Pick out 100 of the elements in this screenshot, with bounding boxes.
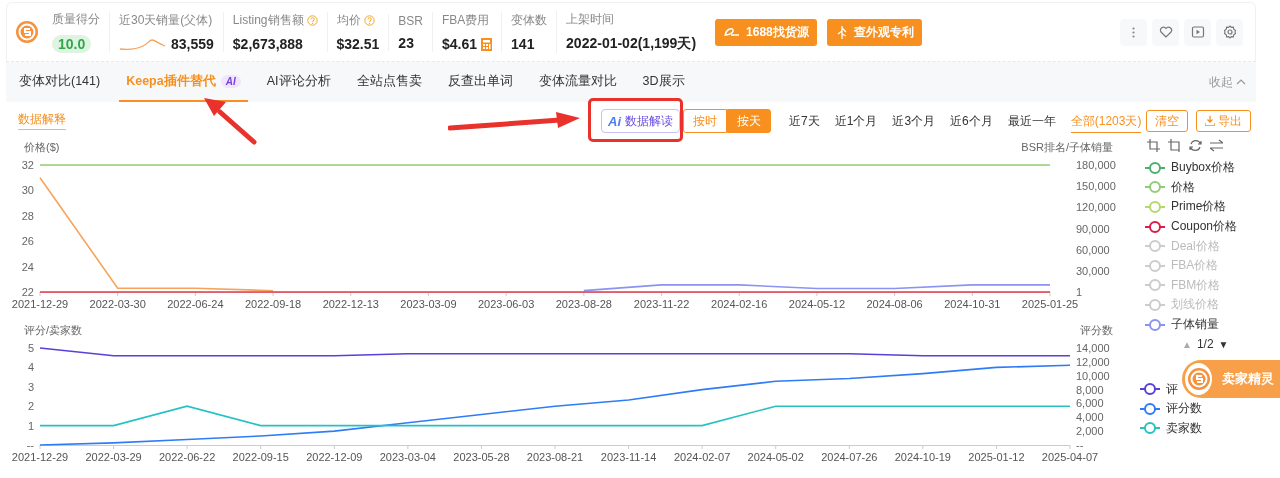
legend-label[interactable]: 卖家数 xyxy=(1166,419,1202,437)
stat-label: FBA费用 xyxy=(442,12,490,29)
legend-label[interactable]: 子体销量 xyxy=(1171,316,1219,334)
tick-label: 2023-05-28 xyxy=(453,451,510,463)
download-icon xyxy=(1205,116,1215,126)
stat-label: 变体数 xyxy=(511,12,548,29)
tick-label: 2021-12-29 xyxy=(11,298,69,310)
tick-label: 2 xyxy=(27,400,34,413)
calculator-icon[interactable] xyxy=(481,37,493,51)
tick-label: 2023-08-21 xyxy=(526,451,584,463)
stat-label: 近30天销量(父体) xyxy=(119,12,213,29)
tick-label: 5 xyxy=(27,342,34,354)
video-button[interactable] xyxy=(1184,18,1211,46)
tick-label: 1 xyxy=(1076,286,1083,298)
tick-label: 2022-06-24 xyxy=(167,298,224,310)
stat-value: $2,673,888 xyxy=(232,36,303,52)
stat-label: Listing销售额 xyxy=(232,12,304,29)
tick-label: 2024-08-06 xyxy=(866,298,923,310)
dots-icon xyxy=(1132,26,1135,38)
tab[interactable]: 变体对比(141) xyxy=(12,62,108,102)
stat-label: 均价 xyxy=(336,12,361,29)
tick-label: 2023-03-04 xyxy=(379,451,436,463)
settings-button[interactable] xyxy=(1216,18,1243,46)
stat-value: 2022-01-02(1,199天) xyxy=(566,35,697,53)
tick-label: 30,000 xyxy=(1076,264,1110,277)
tick-label: 2023-11-22 xyxy=(633,298,690,310)
tick-label: 3 xyxy=(27,380,34,393)
score-badge: 10.0 xyxy=(52,35,92,53)
tick-label: 8,000 xyxy=(1076,383,1104,396)
tab[interactable]: AI评论分析 xyxy=(259,62,338,102)
tick-label: 22 xyxy=(21,286,34,298)
tick-label: 60,000 xyxy=(1076,243,1110,256)
tick-label: 1 xyxy=(27,419,34,432)
legend-label[interactable]: 价格 xyxy=(1171,178,1195,196)
legend-label[interactable]: Buybox价格 xyxy=(1171,159,1236,177)
tick-label: 2022-06-22 xyxy=(159,451,216,463)
tick-label: 2024-07-26 xyxy=(821,451,878,463)
range-tab[interactable]: 近3个月 xyxy=(892,111,936,133)
ai-interpret-button[interactable]: Ai 数据解读 xyxy=(601,109,680,133)
stat-value: $4.61 xyxy=(442,36,478,52)
tick-label: 24 xyxy=(21,260,34,273)
tick-label: 2024-05-12 xyxy=(788,298,846,310)
tick-label: 180,000 xyxy=(1076,159,1116,171)
axis-title: 评分数 xyxy=(1080,324,1113,336)
range-tab[interactable]: 近1个月 xyxy=(834,111,878,133)
crop-icon[interactable] xyxy=(1168,138,1181,152)
legend-label[interactable]: 评分数 xyxy=(1166,400,1202,418)
stat-value: 23 xyxy=(398,34,414,51)
tick-label: 26 xyxy=(21,235,34,248)
tick-label: 2025-01-25 xyxy=(1021,298,1079,310)
range-tab[interactable]: 近6个月 xyxy=(950,111,993,133)
legend-label[interactable]: Coupon价格 xyxy=(1171,218,1238,236)
tick-label: 2022-03-30 xyxy=(89,298,146,310)
tick-label: 12,000 xyxy=(1076,355,1110,368)
tick-label: 2023-08-28 xyxy=(555,298,612,310)
tick-label: 2023-03-09 xyxy=(400,298,457,310)
tab[interactable]: 3D展示 xyxy=(635,62,692,102)
range-tab[interactable]: 近7天 xyxy=(789,111,820,133)
sparkline-icon xyxy=(119,36,167,52)
heart-icon xyxy=(1158,25,1173,39)
logo-icon xyxy=(15,20,39,44)
tick-label: 2023-06-03 xyxy=(478,298,535,310)
stat-label: 上架时间 xyxy=(566,11,615,28)
tab[interactable]: 全站点售卖 xyxy=(349,62,429,102)
refresh-icon[interactable] xyxy=(1189,138,1202,152)
page-indicator: 1/2 xyxy=(1196,337,1214,352)
help-icon xyxy=(363,15,375,26)
tick-label: 10,000 xyxy=(1076,369,1110,382)
tick-label: 28 xyxy=(21,209,34,222)
tick-label: 2024-10-31 xyxy=(944,298,1001,310)
tick-label: 2,000 xyxy=(1076,425,1104,438)
tick-label: 2025-01-12 xyxy=(968,451,1025,463)
stat-label: 质量得分 xyxy=(52,11,100,28)
tick-label: 2024-10-19 xyxy=(894,451,951,463)
legend-label[interactable]: Prime价格 xyxy=(1171,198,1227,216)
favorite-button[interactable] xyxy=(1152,18,1179,46)
tick-label: 2024-05-02 xyxy=(747,451,804,463)
ai-badge: AI xyxy=(220,74,241,88)
tick-label: 2022-12-13 xyxy=(322,298,379,310)
tick-label: 4,000 xyxy=(1076,411,1104,424)
axis-title: BSR排名/子体销量 xyxy=(1021,141,1113,153)
tick-label: 6,000 xyxy=(1076,397,1104,410)
tick-label: 2022-12-09 xyxy=(306,451,363,463)
tick-label: 90,000 xyxy=(1076,222,1110,235)
crop-icon[interactable] xyxy=(1147,138,1160,152)
tick-label: 2022-09-18 xyxy=(244,298,302,310)
tab[interactable]: 反查出单词 xyxy=(440,62,520,102)
tick-label: 2024-02-07 xyxy=(674,451,731,463)
tab[interactable]: 变体流量对比 xyxy=(531,62,624,102)
range-tab[interactable]: 最近一年 xyxy=(1007,111,1056,133)
tick-label: 2023-11-14 xyxy=(600,451,657,463)
next-page-button[interactable]: ▼ xyxy=(1218,338,1229,350)
legend-label[interactable]: 评 xyxy=(1166,380,1178,398)
help-icon xyxy=(306,15,318,26)
tick-label: 2022-09-15 xyxy=(232,451,289,463)
tick-label: 150,000 xyxy=(1076,180,1116,193)
tick-label: 4 xyxy=(27,361,34,374)
swap-icon[interactable] xyxy=(1210,138,1223,152)
chevron-up-icon xyxy=(1236,78,1246,86)
axis-title: 价格($) xyxy=(24,141,60,153)
